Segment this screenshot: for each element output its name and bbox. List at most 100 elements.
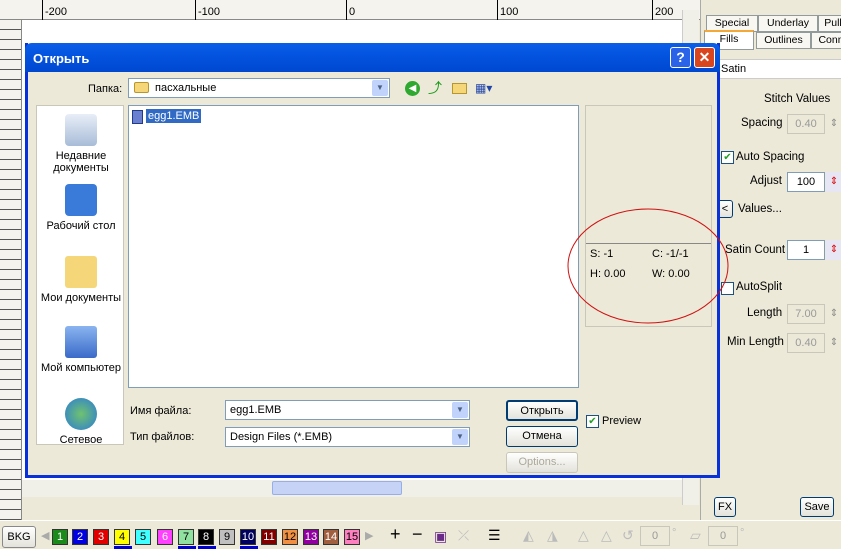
place-label: Недавние документы	[53, 150, 109, 174]
file-list[interactable]: egg1.EMB	[128, 105, 579, 388]
save-button[interactable]: Save	[800, 497, 834, 517]
fx-button[interactable]: FX	[714, 497, 736, 517]
emb-file-icon	[132, 110, 143, 124]
min-length-spinner[interactable]: ⇕	[826, 333, 841, 353]
ruler-tick: -200	[41, 0, 68, 20]
thread-color-5[interactable]: 5	[135, 529, 151, 545]
satin-count-input[interactable]: 1	[787, 240, 825, 260]
thread-color-13[interactable]: 13	[303, 529, 319, 545]
place-my-documents[interactable]: Мои документы	[37, 256, 125, 304]
tab-pull[interactable]: Pull	[818, 15, 841, 32]
chevron-down-icon: ▼	[452, 429, 468, 445]
chevron-down-icon: ▼	[372, 80, 388, 96]
satin-count-label: Satin Count	[725, 244, 786, 256]
rotate-angle-input[interactable]: 0	[640, 526, 670, 546]
thread-palette-icon[interactable]: ▣	[434, 528, 447, 545]
thread-color-10[interactable]: 10	[240, 529, 256, 545]
slant-angle-input[interactable]: 0	[708, 526, 738, 546]
thread-color-3[interactable]: 3	[93, 529, 109, 545]
desktop-icon	[65, 184, 97, 216]
auto-spacing-checkbox[interactable]: ✔	[721, 151, 734, 164]
rotate-left-icon: △	[578, 527, 589, 543]
options-button[interactable]: Options...	[506, 452, 578, 473]
place-label: Мои документы	[40, 292, 122, 304]
filename-input[interactable]: egg1.EMB ▼	[225, 400, 470, 420]
scroll-right-icon[interactable]: ▶	[365, 529, 373, 542]
chevron-down-icon: ▼	[452, 402, 468, 418]
thread-color-15[interactable]: 15	[344, 529, 360, 545]
place-my-computer[interactable]: Мой компьютер	[37, 326, 125, 374]
satin-count-spinner[interactable]: ⇕	[826, 240, 841, 260]
min-length-label: Min Length	[727, 336, 784, 348]
places-bar: Недавние документы Рабочий стол Мои доку…	[36, 105, 125, 446]
tab-outlines[interactable]: Outlines	[756, 32, 811, 49]
bottom-toolbar: BKG ◀ 1 2 3 4 5 6 7 8 9 10 11 12 13 14 15 ▶ + − ▣ ⤫ ☰ …	[0, 520, 841, 549]
filetype-value: Design Files (*.EMB)	[230, 431, 333, 443]
filename-value: egg1.EMB	[230, 404, 282, 416]
fill-type-select[interactable]: Satin	[717, 59, 841, 79]
length-label: Length	[747, 307, 783, 319]
cancel-button[interactable]: Отмена	[506, 426, 578, 447]
spacing-input[interactable]: 0.40	[787, 114, 825, 134]
ruler-tick: 200	[651, 0, 674, 20]
spacing-spinner[interactable]: ⇕	[826, 114, 841, 134]
length-spinner[interactable]: ⇕	[826, 304, 841, 324]
filetype-select[interactable]: Design Files (*.EMB) ▼	[225, 427, 470, 447]
rotate-icon: ↺	[622, 527, 634, 543]
dialog-title: Открыть	[33, 51, 90, 66]
add-color-icon[interactable]: +	[390, 524, 401, 545]
thread-color-4[interactable]: 4	[114, 529, 130, 545]
folder-value: пасхальные	[155, 82, 217, 94]
place-recent[interactable]: Недавние документы	[37, 114, 125, 174]
folder-icon	[134, 82, 149, 93]
place-label: Рабочий стол	[46, 220, 116, 232]
spacing-label: Spacing	[741, 117, 783, 129]
back-icon[interactable]: ◀	[405, 81, 420, 96]
thread-color-12[interactable]: 12	[282, 529, 298, 545]
thread-color-8[interactable]: 8	[198, 529, 214, 545]
thread-color-6[interactable]: 6	[157, 529, 173, 545]
thread-color-1[interactable]: 1	[52, 529, 68, 545]
adjust-spinner[interactable]: ⇕	[826, 172, 841, 192]
mirror-vertical-icon: ◮	[547, 527, 558, 543]
tab-connectors[interactable]: Conn	[811, 32, 841, 49]
close-button[interactable]: ✕	[694, 47, 715, 68]
thread-color-14[interactable]: 14	[323, 529, 339, 545]
red-annotation-ellipse	[567, 208, 729, 324]
remove-color-icon[interactable]: −	[412, 524, 423, 545]
file-name: egg1.EMB	[146, 109, 202, 123]
folder-combo[interactable]: пасхальные ▼	[128, 78, 390, 98]
horizontal-scrollbar[interactable]	[22, 480, 682, 497]
thread-color-9[interactable]: 9	[219, 529, 235, 545]
view-menu-icon[interactable]: ▦▾	[475, 81, 497, 96]
recent-documents-icon	[65, 114, 97, 146]
adjust-label: Adjust	[750, 175, 782, 187]
scroll-left-icon[interactable]: ◀	[41, 529, 49, 542]
scroll-thumb[interactable]	[272, 481, 402, 495]
min-length-input[interactable]: 0.40	[787, 333, 825, 353]
folder-label: Папка:	[88, 83, 123, 95]
tab-underlay[interactable]: Underlay	[758, 15, 818, 32]
help-button[interactable]: ?	[670, 47, 691, 68]
bkg-button[interactable]: BKG	[2, 526, 36, 548]
disabled-tool-icon: ⤫	[458, 527, 470, 543]
my-documents-icon	[65, 256, 97, 288]
color-list-icon[interactable]: ☰	[488, 527, 501, 544]
ruler-tick: -100	[194, 0, 221, 20]
thread-color-2[interactable]: 2	[72, 529, 88, 545]
open-button[interactable]: Открыть	[506, 400, 578, 421]
filename-label: Имя файла:	[130, 405, 192, 417]
mirror-horizontal-icon: ◭	[523, 527, 534, 543]
preview-checkbox[interactable]: ✔	[586, 415, 599, 428]
adjust-input[interactable]: 100	[787, 172, 825, 192]
up-folder-icon[interactable]: ⤴	[428, 80, 443, 96]
place-desktop[interactable]: Рабочий стол	[37, 184, 125, 232]
length-input[interactable]: 7.00	[787, 304, 825, 324]
thread-color-11[interactable]: 11	[261, 529, 277, 545]
preview-label: Preview	[602, 415, 642, 427]
values-label[interactable]: Values...	[738, 203, 782, 215]
thread-color-7[interactable]: 7	[178, 529, 194, 545]
new-folder-icon[interactable]	[452, 83, 467, 94]
place-label: Мой компьютер	[40, 362, 122, 374]
place-network[interactable]: Сетевое	[37, 398, 125, 446]
